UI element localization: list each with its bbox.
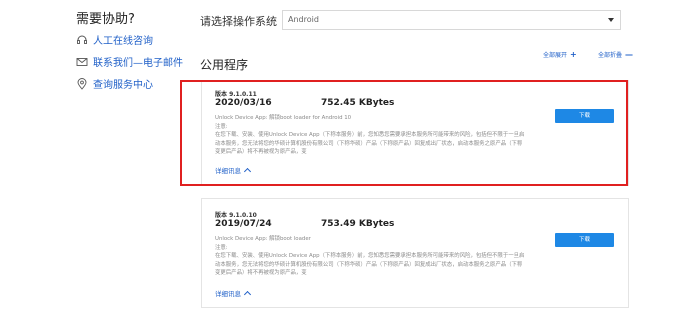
os-select-label: 请选择操作系统: [200, 15, 277, 28]
highlight-box: [180, 80, 628, 186]
mail-icon: [76, 56, 88, 68]
details-toggle[interactable]: 详细讯息: [215, 288, 252, 299]
expand-all-button[interactable]: 全部展开 +: [543, 50, 577, 59]
item-description-title: Unlock Device App: 解锁boot loader: [215, 236, 311, 242]
item-size: 753.49 KBytes: [321, 219, 395, 229]
location-pin-icon: [76, 77, 88, 90]
item-version: 版本 9.1.0.10: [215, 212, 257, 219]
download-button[interactable]: 下载: [555, 233, 614, 247]
os-select[interactable]: Android: [282, 10, 621, 30]
expand-all-label: 全部展开: [543, 52, 568, 59]
service-center-label: 查询服务中心: [93, 80, 153, 91]
minus-icon: —: [625, 50, 634, 59]
collapse-all-label: 全部折叠: [598, 52, 623, 59]
item-notice-text: 在您下载、安装、使用Unlock Device App（下称本服务）前，您知悉您…: [215, 253, 525, 277]
item-date: 2019/07/24: [215, 219, 272, 229]
item-notice-label: 注意:: [215, 244, 228, 251]
os-select-value: Android: [288, 15, 319, 24]
live-chat-link[interactable]: 人工在线咨询: [76, 32, 153, 47]
section-title: 公用程序: [200, 58, 249, 72]
help-title: 需要协助?: [76, 12, 135, 27]
item-description: Unlock Device App: 解锁boot loader 注意: 在您下…: [215, 235, 525, 278]
contact-email-label: 联系我们—电子邮件: [93, 58, 183, 69]
contact-email-link[interactable]: 联系我们—电子邮件: [76, 54, 183, 69]
details-toggle-label: 详细讯息: [215, 290, 241, 298]
caret-down-icon: [608, 18, 614, 22]
chevron-up-icon: [243, 290, 252, 299]
service-center-link[interactable]: 查询服务中心: [76, 76, 153, 91]
headset-icon: [76, 34, 88, 46]
plus-icon: +: [570, 50, 577, 59]
live-chat-label: 人工在线咨询: [93, 36, 153, 47]
download-item-card: 版本 9.1.0.10 2019/07/24 753.49 KBytes Unl…: [201, 198, 629, 308]
collapse-all-button[interactable]: 全部折叠 —: [598, 50, 633, 59]
